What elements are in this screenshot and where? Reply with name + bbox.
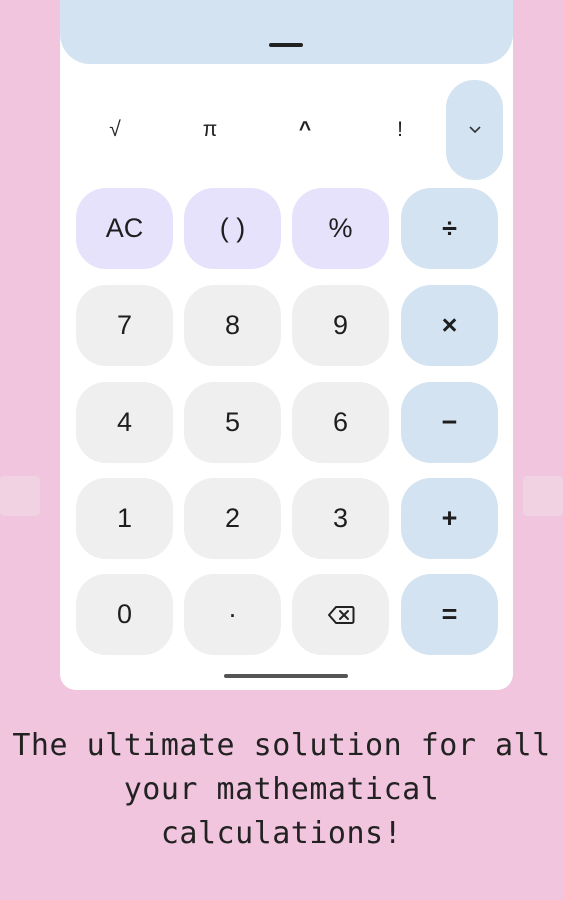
expand-button[interactable]: [446, 80, 503, 180]
parentheses-button[interactable]: ( ): [184, 188, 281, 269]
scientific-row: √ π ^ !: [60, 80, 513, 180]
subtract-button[interactable]: −: [401, 382, 498, 463]
add-button[interactable]: +: [401, 478, 498, 559]
sqrt-button[interactable]: √: [70, 80, 160, 180]
drag-handle[interactable]: [224, 674, 348, 678]
multiply-button[interactable]: ×: [401, 285, 498, 366]
digit-7-button[interactable]: 7: [76, 285, 173, 366]
percent-button[interactable]: %: [292, 188, 389, 269]
power-button[interactable]: ^: [260, 80, 350, 180]
digit-6-button[interactable]: 6: [292, 382, 389, 463]
digit-0-button[interactable]: 0: [76, 574, 173, 655]
divide-button[interactable]: ÷: [401, 188, 498, 269]
equals-button[interactable]: =: [401, 574, 498, 655]
backspace-button[interactable]: [292, 574, 389, 655]
digit-8-button[interactable]: 8: [184, 285, 281, 366]
decimal-button[interactable]: ·: [184, 574, 281, 655]
digit-5-button[interactable]: 5: [184, 382, 281, 463]
digit-1-button[interactable]: 1: [76, 478, 173, 559]
digit-4-button[interactable]: 4: [76, 382, 173, 463]
backspace-icon: [327, 605, 354, 624]
pi-button[interactable]: π: [165, 80, 255, 180]
calculator-screen: √ π ^ ! AC ( ) % ÷ 7 8 9 × 4 5 6 − 1 2 3…: [60, 0, 513, 690]
digit-2-button[interactable]: 2: [184, 478, 281, 559]
display: [60, 0, 513, 64]
side-strip-left: [0, 476, 40, 516]
tagline: The ultimate solution for all your mathe…: [0, 724, 563, 856]
tagline-line-2: your mathematical: [123, 772, 440, 807]
tagline-line-1: The ultimate solution for all: [12, 728, 551, 763]
digit-3-button[interactable]: 3: [292, 478, 389, 559]
chevron-down-icon: [468, 126, 481, 134]
clear-button[interactable]: AC: [76, 188, 173, 269]
cursor: [269, 43, 303, 47]
factorial-button[interactable]: !: [355, 80, 445, 180]
tagline-line-3: calculations!: [160, 816, 403, 851]
digit-9-button[interactable]: 9: [292, 285, 389, 366]
side-strip-right: [523, 476, 563, 516]
